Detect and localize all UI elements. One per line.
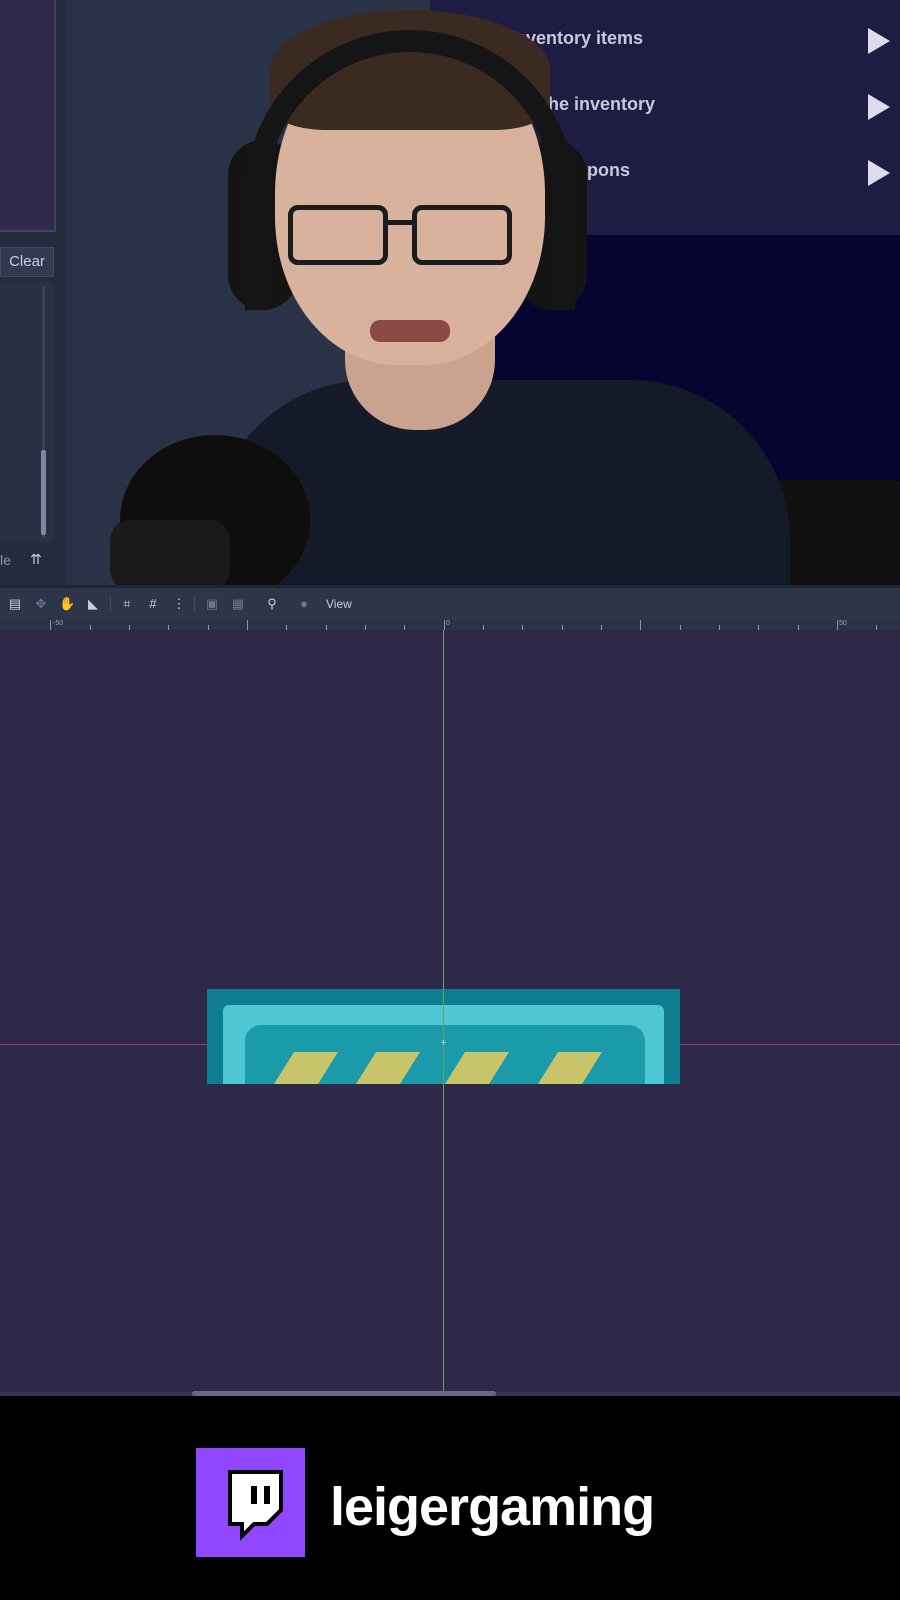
toolbar-separator [194,596,195,613]
glasses-bridge [388,220,414,225]
ruler-tick [444,620,445,630]
view-menu[interactable]: View [326,595,366,613]
play-icon[interactable] [868,160,890,186]
dock-bottom-label: le [0,552,11,568]
group-icon[interactable]: ▦ [230,596,246,612]
twitch-icon [196,1448,305,1557]
glasses-lens-left [288,205,388,265]
lock-icon[interactable]: ▣ [204,596,220,612]
select-icon[interactable]: ▤ [7,596,23,612]
grid-icon[interactable]: # [145,596,161,612]
canvas-toolbar: ▤ ✥ ✋ ◣ ⌗ # ⋮ ▣ ▦ ⚲ ● [0,585,900,620]
play-icon[interactable] [868,28,890,54]
y-axis-guide [443,989,444,1084]
move-icon[interactable]: ✥ [33,596,49,612]
left-dock: Clear le ⇈ [0,0,66,585]
clear-button[interactable]: Clear [0,247,54,277]
play-icon[interactable] [868,94,890,120]
channel-username: leigergaming [330,1477,655,1537]
pivot-icon[interactable]: + [439,1039,448,1049]
ruler-tick [247,620,248,630]
log-scrollbar-thumb[interactable] [41,450,46,535]
bone-icon[interactable]: ⚲ [264,596,280,612]
ruler-tick [837,620,838,630]
ruler-tick [640,620,641,630]
pan-icon[interactable]: ✋ [59,596,75,612]
ruler-label: 0 [446,620,450,627]
ruler-tick [50,620,51,630]
ruler-icon[interactable]: ◣ [85,596,101,612]
twitch-glyph [228,1470,283,1541]
dock-panel [0,0,56,232]
ruler-label: 50 [839,620,847,627]
glasses-lens-right [412,205,512,265]
presenter-mouth [370,320,450,342]
skeleton-icon[interactable]: ● [296,596,312,612]
double-chevron-up-icon[interactable]: ⇈ [26,550,46,568]
more-icon[interactable]: ⋮ [171,596,187,612]
microphone-mount [110,520,230,585]
ruler-label: -50 [53,620,64,627]
toolbar-separator [110,596,111,613]
editor-with-webcam: Clear le ⇈ Inventory items ing the inven… [0,0,900,585]
snap-icon[interactable]: ⌗ [119,596,135,612]
